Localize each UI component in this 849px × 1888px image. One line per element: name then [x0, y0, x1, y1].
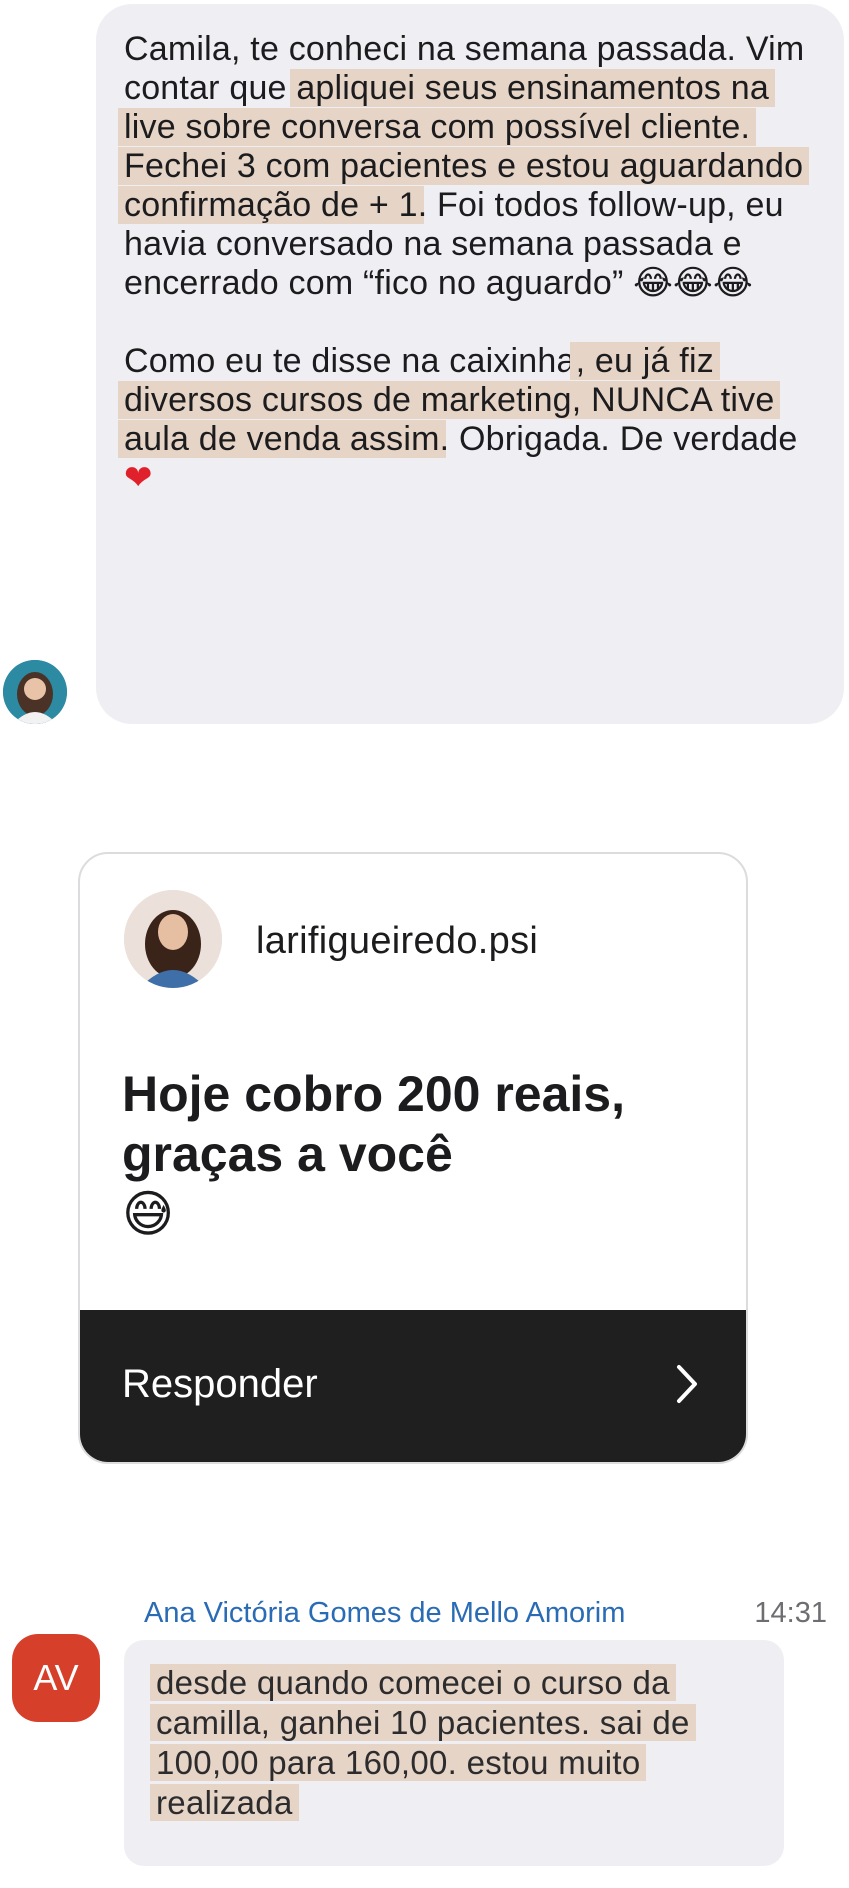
story-reply-card[interactable]: larifigueiredo.psi Hoje cobro 200 reais,… [78, 852, 748, 1464]
message-paragraph-1: Camila, te conheci na semana passada. Vi… [118, 30, 820, 303]
story-text: Hoje cobro 200 reais, graças a você 😅 [122, 1064, 682, 1244]
message-text: . Obrigada. De verdade [439, 420, 798, 458]
reply-bar[interactable]: Responder [80, 1310, 746, 1462]
chevron-right-icon[interactable] [676, 1364, 698, 1409]
reply-button[interactable]: Responder [122, 1362, 318, 1407]
heart-emoji-icon: ❤ [124, 458, 153, 498]
message-bubble-ana[interactable]: desde quando comecei o curso da camilla,… [124, 1640, 784, 1866]
profile-photo-icon [3, 660, 67, 724]
message-text: Como eu te disse na caixinha [124, 342, 576, 380]
sender-name[interactable]: Ana Victória Gomes de Mello Amorim [144, 1597, 625, 1630]
message-paragraph-2: Como eu te disse na caixinha, eu já fiz … [118, 342, 820, 498]
message-bubble-camila[interactable]: Camila, te conheci na semana passada. Vi… [96, 4, 844, 724]
profile-photo-icon [124, 890, 222, 988]
story-text-content: Hoje cobro 200 reais, graças a você [122, 1066, 626, 1182]
laughing-emoji-icon: 😂😂😂 [633, 263, 753, 303]
sweat-smile-emoji-icon: 😅 [122, 1185, 175, 1243]
message-timestamp: 14:31 [754, 1597, 827, 1629]
story-avatar[interactable] [124, 890, 222, 988]
highlighted-text: desde quando comecei o curso da camilla,… [150, 1664, 696, 1821]
story-handle[interactable]: larifigueiredo.psi [256, 920, 538, 963]
avatar[interactable] [3, 660, 67, 724]
avatar-initials[interactable]: AV [12, 1634, 100, 1722]
